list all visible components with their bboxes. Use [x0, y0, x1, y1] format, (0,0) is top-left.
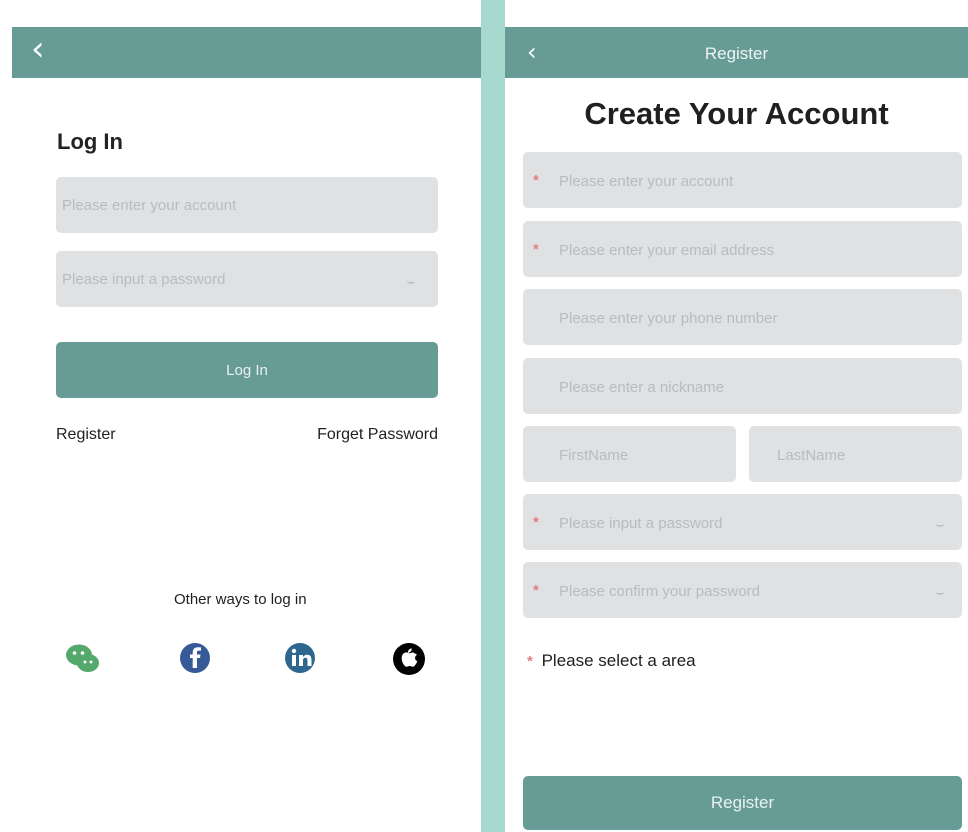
account-placeholder: Please enter your account — [62, 197, 237, 214]
other-login-title: Other ways to log in — [174, 591, 307, 608]
eye-closed-icon[interactable]: ⌣ — [406, 275, 415, 288]
first-name-placeholder: FirstName — [559, 447, 629, 464]
area-label: Please select a area — [541, 651, 696, 670]
required-mark: * — [533, 514, 539, 531]
required-mark: * — [527, 653, 533, 670]
chevron-left-icon[interactable]: ‹ — [31, 32, 45, 66]
account-input[interactable]: Please enter your account — [56, 177, 438, 233]
linkedin-icon[interactable] — [281, 639, 319, 677]
login-screen: ‹ Log In Please enter your account Pleas… — [12, 0, 481, 832]
page-title: Log In — [57, 129, 123, 154]
login-header: ‹ — [12, 27, 481, 78]
email-placeholder: Please enter your email address — [559, 242, 775, 259]
password-placeholder: Please input a password — [62, 271, 226, 288]
phone-input[interactable]: Please enter your phone number — [523, 289, 962, 345]
register-link[interactable]: Register — [56, 426, 116, 444]
required-mark: * — [533, 172, 539, 189]
confirm-password-placeholder: Please confirm your password — [559, 583, 760, 600]
facebook-icon[interactable] — [176, 639, 214, 677]
login-button[interactable]: Log In — [56, 342, 438, 398]
wechat-icon[interactable] — [63, 639, 101, 677]
account-input[interactable]: * Please enter your account — [523, 152, 962, 208]
eye-closed-icon[interactable]: ⌣ — [935, 518, 944, 531]
last-name-input[interactable]: LastName — [749, 426, 962, 482]
apple-icon[interactable] — [390, 639, 428, 677]
email-input[interactable]: * Please enter your email address — [523, 221, 962, 277]
account-placeholder: Please enter your account — [559, 173, 734, 190]
header-title: Register — [704, 44, 769, 63]
area-selector[interactable]: * Please select a area — [527, 651, 696, 671]
phone-placeholder: Please enter your phone number — [559, 310, 778, 327]
confirm-password-input[interactable]: * Please confirm your password ⌣ — [523, 562, 962, 618]
register-header: ‹ Register — [505, 27, 968, 78]
last-name-placeholder: LastName — [777, 447, 846, 464]
required-mark: * — [533, 582, 539, 599]
password-input[interactable]: * Please input a password ⌣ — [523, 494, 962, 550]
page-title: Create Your Account — [584, 96, 889, 131]
forget-password-link[interactable]: Forget Password — [317, 426, 438, 444]
password-placeholder: Please input a password — [559, 515, 723, 532]
screen-divider — [481, 0, 505, 832]
required-mark: * — [533, 241, 539, 258]
nickname-input[interactable]: Please enter a nickname — [523, 358, 962, 414]
nickname-placeholder: Please enter a nickname — [559, 379, 725, 396]
eye-closed-icon[interactable]: ⌣ — [935, 586, 944, 599]
register-screen: ‹ Register Create Your Account * Please … — [505, 0, 968, 832]
first-name-input[interactable]: FirstName — [523, 426, 736, 482]
password-input[interactable]: Please input a password ⌣ — [56, 251, 438, 307]
register-button[interactable]: Register — [523, 776, 962, 830]
